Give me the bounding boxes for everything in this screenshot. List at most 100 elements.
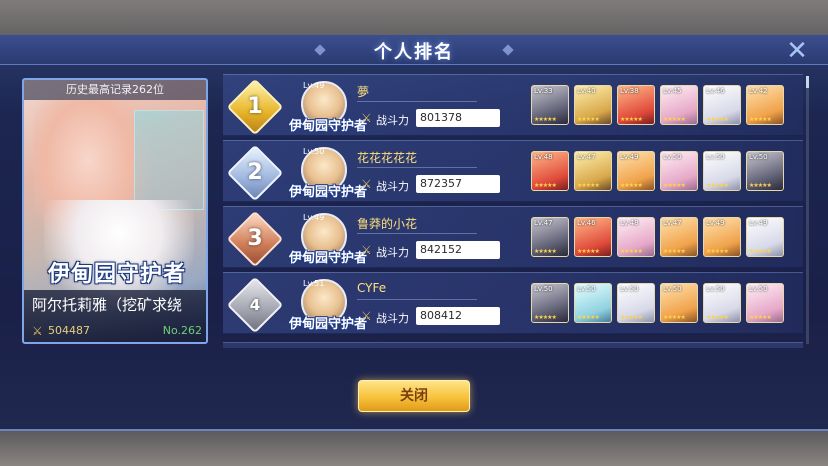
ranking-row-partial: [223, 342, 803, 348]
hero-portrait[interactable]: Lv.45 ★★★★★: [660, 85, 698, 125]
hero-portrait[interactable]: Lv.50 ★★★★★: [660, 151, 698, 191]
star-icon: ★★★★★: [577, 116, 600, 123]
ranking-list[interactable]: 1 Lv.49 伊甸园守护者 夢 ⚔ 战斗力 801378 Lv.33 ★★★★★ Lv.40 ★★…: [223, 74, 803, 344]
close-icon[interactable]: ✕: [784, 38, 810, 64]
star-icon: ★★★★★: [620, 248, 643, 255]
hero-level: Lv.50: [663, 153, 682, 161]
hero-level: Lv.49: [749, 219, 768, 227]
hero-portrait[interactable]: Lv.50 ★★★★★: [617, 283, 655, 323]
rank-number: 2: [247, 160, 263, 185]
team-logo: 伊甸园守护者: [288, 119, 367, 134]
hero-level: Lv.42: [749, 87, 768, 95]
hero-portrait[interactable]: Lv.50 ★★★★★: [574, 283, 612, 323]
hero-level: Lv.50: [749, 153, 768, 161]
power-label: 战斗力: [376, 114, 409, 127]
hero-portrait[interactable]: Lv.49 ★★★★★: [746, 217, 784, 257]
star-icon: ★★★★★: [663, 248, 686, 255]
player-card[interactable]: 历史最高记录262位 伊甸园守护者 阿尔托莉雅（挖矿求绕 ⚔ 504487 No…: [22, 78, 208, 344]
hero-portrait[interactable]: Lv.40 ★★★★★: [574, 85, 612, 125]
hero-portrait[interactable]: Lv.46 ★★★★★: [703, 85, 741, 125]
divider: [357, 299, 477, 300]
hero-level: Lv.49: [620, 153, 639, 161]
hero-portrait[interactable]: Lv.49 ★★★★★: [703, 217, 741, 257]
hero-portrait[interactable]: Lv.50 ★★★★★: [531, 283, 569, 323]
hero-portrait[interactable]: Lv.50 ★★★★★: [703, 151, 741, 191]
hero-portrait[interactable]: Lv.50 ★★★★★: [746, 283, 784, 323]
hero-portrait[interactable]: Lv.50 ★★★★★: [660, 283, 698, 323]
hero-portrait[interactable]: Lv.50 ★★★★★: [746, 151, 784, 191]
scrollbar-track[interactable]: [806, 76, 809, 344]
star-icon: ★★★★★: [534, 182, 557, 189]
hero-level: Lv.48: [534, 153, 553, 161]
power-label: 战斗力: [376, 180, 409, 193]
player-level: Lv.49: [303, 213, 325, 222]
rank-number: 4: [249, 296, 261, 314]
star-icon: ★★★★★: [706, 248, 729, 255]
star-icon: ★★★★★: [706, 314, 729, 321]
rank-number: 3: [247, 226, 263, 251]
player-level: Lv.51: [303, 279, 325, 288]
player-name: 阿尔托莉雅（挖矿求绕: [32, 296, 183, 314]
hero-portrait[interactable]: Lv.49 ★★★★★: [617, 151, 655, 191]
hero-portrait[interactable]: Lv.46 ★★★★★: [574, 217, 612, 257]
hero-lineup: Lv.47 ★★★★★ Lv.46 ★★★★★ Lv.48 ★★★★★ Lv.47 ★★★★★…: [531, 217, 793, 259]
hero-level: Lv.38: [620, 87, 639, 95]
team-logo: 伊甸园守护者: [288, 317, 367, 332]
hero-level: Lv.50: [577, 285, 596, 293]
hero-level: Lv.50: [749, 285, 768, 293]
scrollbar-thumb[interactable]: [806, 76, 809, 88]
player-rank-number: No.262: [162, 324, 202, 337]
star-icon: ★★★★★: [663, 314, 686, 321]
hero-level: Lv.33: [534, 87, 553, 95]
hero-level: Lv.45: [663, 87, 682, 95]
power-value: 842152: [416, 241, 500, 259]
hero-level: Lv.40: [577, 87, 596, 95]
star-icon: ★★★★★: [749, 182, 772, 189]
ranking-row[interactable]: 3 Lv.49 伊甸园守护者 鲁莽的小花 ⚔ 战斗力 842152 Lv.47 ★★★★★ Lv.…: [223, 206, 803, 268]
player-level: Lv.50: [303, 147, 325, 156]
power-label: 战斗力: [376, 312, 409, 325]
hero-portrait[interactable]: Lv.47 ★★★★★: [531, 217, 569, 257]
power-value: 872357: [416, 175, 500, 193]
player-power: 504487: [48, 324, 90, 337]
player-level: Lv.49: [303, 81, 325, 90]
star-icon: ★★★★★: [663, 116, 686, 123]
hero-portrait[interactable]: Lv.42 ★★★★★: [746, 85, 784, 125]
best-record: 历史最高记录262位: [24, 80, 206, 100]
page-title: 个人排名: [374, 42, 454, 63]
swords-icon: ⚔: [361, 243, 372, 257]
star-icon: ★★★★★: [620, 182, 643, 189]
hero-level: Lv.47: [577, 153, 596, 161]
swords-icon: ⚔: [32, 324, 43, 338]
hero-level: Lv.50: [534, 285, 553, 293]
hero-portrait[interactable]: Lv.48 ★★★★★: [531, 151, 569, 191]
star-icon: ★★★★★: [534, 314, 557, 321]
star-icon: ★★★★★: [749, 248, 772, 255]
hero-level: Lv.48: [620, 219, 639, 227]
divider: [357, 233, 477, 234]
team-logo: 伊甸园守护者: [288, 251, 367, 266]
hero-level: Lv.50: [706, 153, 725, 161]
close-button[interactable]: 关闭: [358, 380, 470, 412]
ranking-row[interactable]: 2 Lv.50 伊甸园守护者 花花花花花 ⚔ 战斗力 872357 Lv.48 ★★★★★ Lv.…: [223, 140, 803, 202]
swords-icon: ⚔: [361, 177, 372, 191]
star-icon: ★★★★★: [577, 314, 600, 321]
swords-icon: ⚔: [361, 309, 372, 323]
ranking-row[interactable]: 1 Lv.49 伊甸园守护者 夢 ⚔ 战斗力 801378 Lv.33 ★★★★★ Lv.40 ★★…: [223, 74, 803, 136]
hero-portrait[interactable]: Lv.47 ★★★★★: [574, 151, 612, 191]
team-logo: 伊甸园守护者: [288, 185, 367, 200]
hero-portrait[interactable]: Lv.47 ★★★★★: [660, 217, 698, 257]
power-value: 801378: [416, 109, 500, 127]
hero-portrait[interactable]: Lv.38 ★★★★★: [617, 85, 655, 125]
star-icon: ★★★★★: [577, 182, 600, 189]
ranking-row[interactable]: 4 Lv.51 伊甸园守护者 CYFe ⚔ 战斗力 808412 Lv.50 ★★★★★ Lv.5…: [223, 272, 803, 334]
star-icon: ★★★★★: [534, 116, 557, 123]
hero-portrait[interactable]: Lv.50 ★★★★★: [703, 283, 741, 323]
star-icon: ★★★★★: [706, 182, 729, 189]
player-name: 夢: [357, 85, 370, 99]
star-icon: ★★★★★: [749, 116, 772, 123]
star-icon: ★★★★★: [534, 248, 557, 255]
star-icon: ★★★★★: [749, 314, 772, 321]
hero-portrait[interactable]: Lv.48 ★★★★★: [617, 217, 655, 257]
hero-portrait[interactable]: Lv.33 ★★★★★: [531, 85, 569, 125]
